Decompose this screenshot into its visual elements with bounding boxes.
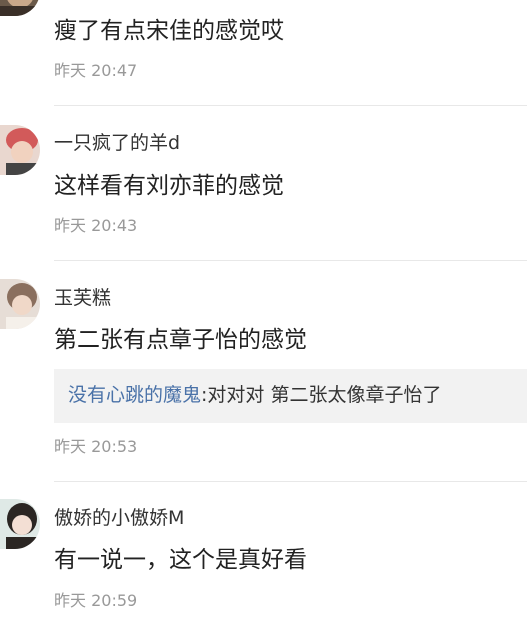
comment-text: 这样看有刘亦菲的感觉	[54, 173, 284, 199]
reply-username[interactable]: 没有心跳的魔鬼	[68, 384, 201, 406]
avatar[interactable]	[0, 125, 40, 175]
comment-item: 傲娇的小傲娇M 有一说一，这个是真好看 昨天 20:59	[0, 482, 527, 621]
comment-time: 昨天 20:47	[54, 61, 138, 80]
reply-box[interactable]: 没有心跳的魔鬼:对对对 第二张太像章子怡了	[54, 369, 527, 423]
username[interactable]: 玉芙糕	[54, 289, 111, 308]
avatar[interactable]	[0, 0, 40, 16]
comment-text: 瘦了有点宋佳的感觉哎	[54, 18, 284, 44]
comment-item: 一只疯了的羊d 这样看有刘亦菲的感觉 昨天 20:43	[0, 106, 527, 261]
reply-text: 没有心跳的魔鬼:对对对 第二张太像章子怡了	[68, 386, 441, 405]
comment-time: 昨天 20:53	[54, 437, 138, 456]
comment-text: 有一说一，这个是真好看	[54, 547, 307, 573]
comment-time: 昨天 20:43	[54, 216, 138, 235]
avatar[interactable]	[0, 499, 40, 549]
comment-time: 昨天 20:59	[54, 591, 138, 610]
username[interactable]: 傲娇的小傲娇M	[54, 509, 184, 528]
comment-item: 玉芙糕 第二张有点章子怡的感觉 没有心跳的魔鬼:对对对 第二张太像章子怡了 昨天…	[0, 261, 527, 482]
username[interactable]: 一只疯了的羊d	[54, 134, 180, 153]
avatar[interactable]	[0, 279, 40, 329]
reply-content: :对对对 第二张太像章子怡了	[201, 384, 442, 406]
comment-text: 第二张有点章子怡的感觉	[54, 327, 307, 353]
comment-item: 瘦了有点宋佳的感觉哎 昨天 20:47	[0, 0, 527, 106]
